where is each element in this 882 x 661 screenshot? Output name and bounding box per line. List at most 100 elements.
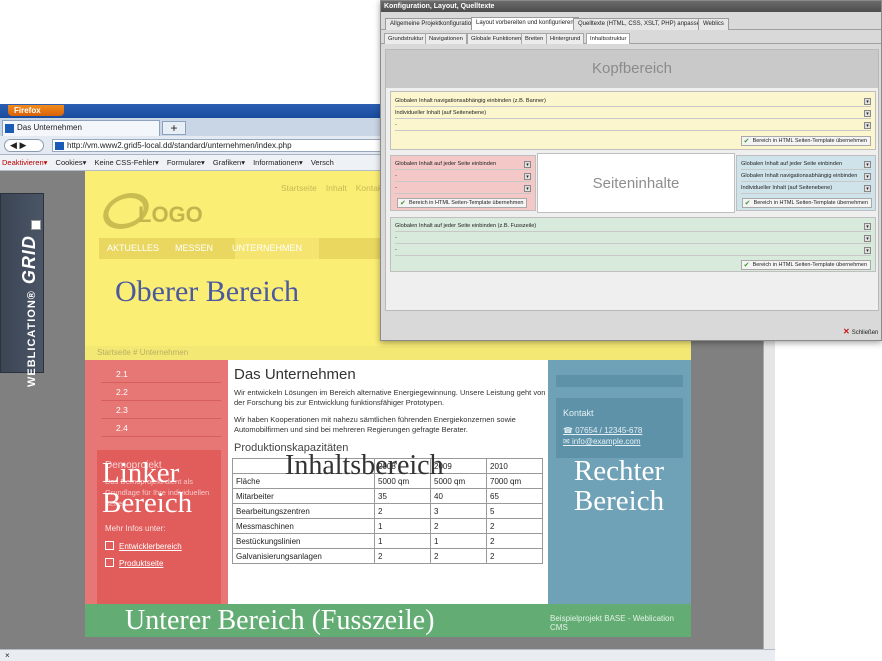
apply-button-right[interactable]: Bereich in HTML Seiten-Template übernehm… xyxy=(741,198,872,208)
contact-phone-link[interactable]: ☎ 07654 / 12345-678 xyxy=(563,426,642,435)
top-link-startseite[interactable]: Startseite xyxy=(281,183,317,193)
breadcrumb[interactable]: Startseite # Unternehmen xyxy=(85,346,691,360)
region-label-rechter: Rechter Bereich xyxy=(573,455,665,517)
mail-icon: ✉ xyxy=(563,437,572,446)
left-nav-item[interactable]: 2.2 xyxy=(101,383,221,401)
bottom-region: Beispielprojekt BASE - Weblication CMS U… xyxy=(85,604,691,637)
content-paragraph: Wir haben Kooperationen mit nahezu sämtl… xyxy=(234,415,516,434)
dropdown-icon[interactable]: ▾ xyxy=(864,98,871,105)
page-favicon-icon xyxy=(5,124,14,133)
dropdown-icon[interactable]: ▾ xyxy=(524,173,531,180)
bottom-content-panel: Globalen Inhalt auf jeder Seite einbinde… xyxy=(390,217,876,272)
toolbar-images[interactable]: Grafiken▾ xyxy=(213,158,245,167)
left-nav-item[interactable]: 2.1 xyxy=(101,365,221,383)
top-link-inhalt[interactable]: Inhalt xyxy=(326,183,347,193)
panel-row: - ▾ xyxy=(395,171,531,182)
panel-row: Globalen Inhalt auf jeder Seite einbinde… xyxy=(741,159,871,170)
layout-editor: Kopfbereich Globalen Inhalt navigationsa… xyxy=(385,49,879,311)
table-row: Messmaschinen 1 2 2 xyxy=(232,518,543,534)
subtab-grundstruktur[interactable]: Grundstruktur xyxy=(384,33,428,44)
close-addon-bar-icon[interactable]: × xyxy=(5,651,10,660)
dialog-tabs: Allgemeine Projektkonfiguration Layout v… xyxy=(381,12,881,30)
link-produktseite[interactable]: Produktseite xyxy=(105,558,163,568)
apply-button-left[interactable]: Bereich in HTML Seiten-Template übernehm… xyxy=(397,198,528,208)
dropdown-icon[interactable]: ▾ xyxy=(864,185,871,192)
right-bar xyxy=(556,375,683,387)
subtab-breiten[interactable]: Breiten xyxy=(521,33,548,44)
firefox-menu-button[interactable]: Firefox xyxy=(8,105,64,116)
table-row: Mitarbeiter 35 40 65 xyxy=(232,488,543,504)
contact-box: Kontakt ☎ 07654 / 12345-678 ✉ info@examp… xyxy=(556,398,683,458)
tab-quelltexte[interactable]: Quelltexte (HTML, CSS, XSLT, PHP) anpass… xyxy=(573,18,709,30)
top-links: Startseite Inhalt Kontakt xyxy=(281,183,394,193)
dropdown-icon[interactable]: ▾ xyxy=(864,110,871,117)
tab-projektkonfiguration[interactable]: Allgemeine Projektkonfiguration xyxy=(385,18,480,30)
dropdown-icon[interactable]: ▾ xyxy=(524,185,531,192)
panel-row: Globalen Inhalt navigationsabhängig einb… xyxy=(395,96,871,107)
left-region: 2.1 2.2 2.3 2.4 Demoprojekt Das Demoproj… xyxy=(85,360,228,610)
nav-item-messen[interactable]: MESSEN xyxy=(175,243,213,253)
dropdown-icon[interactable]: ▾ xyxy=(864,161,871,168)
apply-button-bottom[interactable]: Bereich in HTML Seiten-Template übernehm… xyxy=(740,260,871,270)
logo-text[interactable]: LOGO xyxy=(138,202,203,228)
panel-row: - ▾ xyxy=(395,233,871,244)
panel-row: Individueller Inhalt (auf Seitenebene) ▾ xyxy=(395,108,871,119)
toolbar-forms[interactable]: Formulare▾ xyxy=(167,158,205,167)
subtab-hintergrund[interactable]: Hintergrund xyxy=(546,33,585,44)
toolbar-info[interactable]: Informationen▾ xyxy=(253,158,303,167)
table-row: Bestückungslinien 1 1 2 xyxy=(232,533,543,549)
more-info-label: Mehr Infos unter: xyxy=(105,524,166,533)
contact-title: Kontakt xyxy=(563,408,594,418)
content-paragraph: Wir entwickeln Lösungen im Bereich alter… xyxy=(234,388,546,407)
dropdown-icon[interactable]: ▾ xyxy=(524,161,531,168)
tab-das-unternehmen[interactable]: Das Unternehmen xyxy=(2,120,160,136)
dialog-subtabs: Grundstruktur Navigationen Globale Funkt… xyxy=(381,30,881,44)
weblication-sidebar: WEBLICATION®GRID xyxy=(0,193,44,387)
apply-button-top[interactable]: Bereich in HTML Seiten-Template übernehm… xyxy=(740,136,871,146)
dropdown-icon[interactable]: ▾ xyxy=(864,223,871,230)
region-label-unterer: Unterer Bereich (Fusszeile) xyxy=(125,605,435,636)
subtab-navigationen[interactable]: Navigationen xyxy=(425,33,467,44)
config-dialog: Konfiguration, Layout, Quelltexte Allgem… xyxy=(380,0,882,341)
right-region: Kontakt ☎ 07654 / 12345-678 ✉ info@examp… xyxy=(548,360,691,604)
tab-title: Das Unternehmen xyxy=(17,123,82,132)
close-button[interactable]: ✕ Schließen xyxy=(843,327,878,336)
dropdown-icon[interactable]: ▾ xyxy=(864,247,871,254)
contact-email-link[interactable]: ✉ info@example.com xyxy=(563,437,641,446)
forward-arrow-icon[interactable]: ▶ xyxy=(19,140,26,150)
dialog-title: Konfiguration, Layout, Quelltexte xyxy=(381,1,881,12)
back-arrow-icon[interactable]: ◀ xyxy=(10,140,17,150)
region-label-linker: Linker Bereich xyxy=(102,457,193,519)
weblication-grid-logo: WEBLICATION®GRID xyxy=(19,235,39,387)
subtab-globale-funktionen[interactable]: Globale Funktionen xyxy=(467,33,526,44)
status-bar: × xyxy=(0,649,775,661)
left-nav-item[interactable]: 2.3 xyxy=(101,401,221,419)
content-title: Das Unternehmen xyxy=(234,366,356,383)
url-text: http://vm.www2.grid5-local.dd/standard/u… xyxy=(67,141,292,150)
left-nav-item[interactable]: 2.4 xyxy=(101,419,221,437)
nav-item-unternehmen[interactable]: UNTERNEHMEN xyxy=(232,243,302,253)
sidebar-checkbox[interactable] xyxy=(31,220,41,230)
panel-row: Globalen Inhalt auf jeder Seite einbinde… xyxy=(395,221,871,232)
tab-weblics[interactable]: Weblics xyxy=(698,18,729,30)
toolbar-misc[interactable]: Versch xyxy=(311,158,334,167)
dropdown-icon[interactable]: ▾ xyxy=(864,235,871,242)
subtab-inhaltsstruktur[interactable]: Inhaltsstruktur xyxy=(586,33,631,44)
top-content-panel: Globalen Inhalt navigationsabhängig einb… xyxy=(390,91,876,150)
panel-row: - ▾ xyxy=(395,245,871,256)
dropdown-icon[interactable]: ▾ xyxy=(864,122,871,129)
link-entwicklerbereich[interactable]: Entwicklerbereich xyxy=(105,541,182,551)
toolbar-disable[interactable]: Deaktivieren▾ xyxy=(2,158,47,167)
table-row: Bearbeitungszentren 2 3 5 xyxy=(232,503,543,519)
tab-layout[interactable]: Layout vorbereiten und konfigurieren xyxy=(471,17,579,30)
content-region: Das Unternehmen Wir entwickeln Lösungen … xyxy=(228,360,548,604)
panel-row: Globalen Inhalt auf jeder Seite einbinde… xyxy=(395,159,531,170)
dropdown-icon[interactable]: ▾ xyxy=(864,173,871,180)
footer-cms-text: Beispielprojekt BASE - Weblication CMS xyxy=(550,614,674,632)
panel-row: Individueller Inhalt (auf Seitenebene) ▾ xyxy=(741,183,871,194)
toolbar-cookies[interactable]: Cookies▾ xyxy=(56,158,87,167)
back-forward-buttons[interactable]: ◀ ▶ xyxy=(4,139,44,152)
new-tab-button[interactable]: + xyxy=(162,121,186,135)
toolbar-css[interactable]: Keine CSS-Fehler▾ xyxy=(95,158,159,167)
nav-item-aktuelles[interactable]: AKTUELLES xyxy=(107,243,159,253)
